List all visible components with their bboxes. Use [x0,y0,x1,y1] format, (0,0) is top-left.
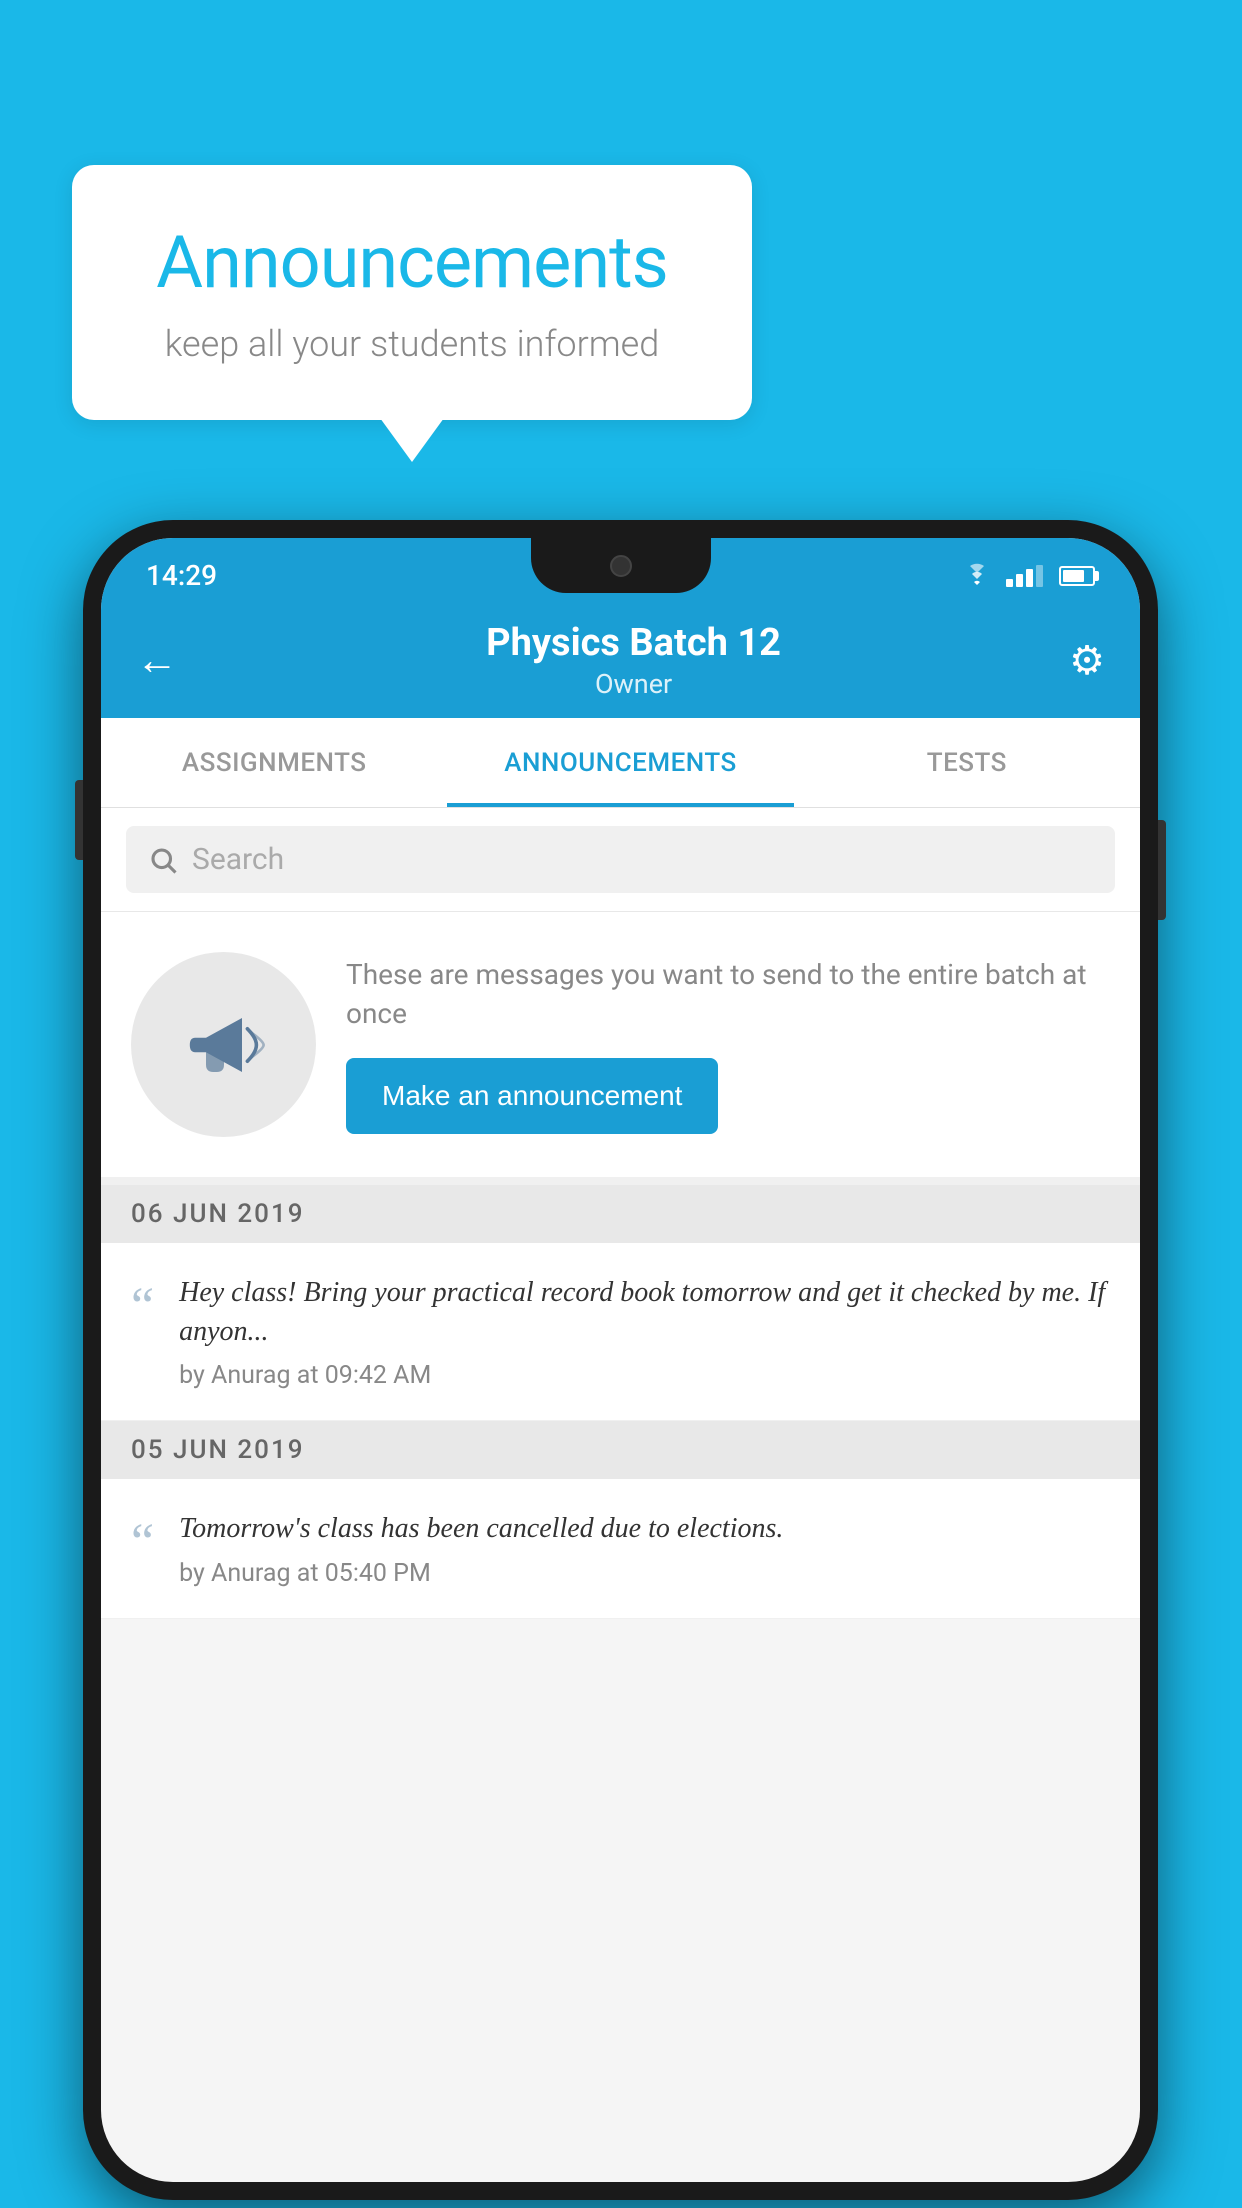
search-container: Search [101,808,1140,912]
tabs-bar: ASSIGNMENTS ANNOUNCEMENTS TESTS [101,718,1140,808]
bubble-title: Announcements [122,220,702,305]
date-separator-1: 06 JUN 2019 [101,1185,1140,1243]
announcement-content-2: Tomorrow's class has been cancelled due … [179,1509,1110,1587]
quote-icon-1: “ [131,1281,154,1333]
tab-assignments[interactable]: ASSIGNMENTS [101,718,447,807]
megaphone-icon [179,1000,269,1090]
announcement-icon-circle [131,952,316,1137]
power-button [1158,820,1166,920]
phone-screen: 14:29 [101,538,1140,2182]
promo-description: These are messages you want to send to t… [346,955,1110,1033]
volume-button [75,780,83,860]
app-bar-title-area: Physics Batch 12 Owner [198,621,1069,700]
tab-announcements[interactable]: ANNOUNCEMENTS [447,718,793,807]
announcement-text-2: Tomorrow's class has been cancelled due … [179,1509,1110,1548]
announcement-item-2[interactable]: “ Tomorrow's class has been cancelled du… [101,1479,1140,1618]
promo-block: These are messages you want to send to t… [101,912,1140,1185]
announcement-meta-1: by Anurag at 09:42 AM [179,1361,1110,1390]
search-input-wrap[interactable]: Search [126,826,1115,893]
quote-icon-2: “ [131,1517,154,1569]
phone-wrapper: 14:29 [83,520,1158,2200]
back-button[interactable]: ← [136,636,178,685]
speech-bubble: Announcements keep all your students inf… [72,165,752,420]
wifi-icon [960,563,994,589]
search-icon [148,845,178,875]
announcement-item-1[interactable]: “ Hey class! Bring your practical record… [101,1243,1140,1421]
search-placeholder: Search [192,842,284,877]
status-icons [960,563,1095,589]
app-bar: ← Physics Batch 12 Owner ⚙ [101,603,1140,718]
announcement-content-1: Hey class! Bring your practical record b… [179,1273,1110,1390]
app-bar-title: Physics Batch 12 [198,621,1069,665]
date-separator-2: 05 JUN 2019 [101,1421,1140,1479]
front-camera [610,555,632,577]
bubble-subtitle: keep all your students informed [122,323,702,365]
tab-tests[interactable]: TESTS [794,718,1140,807]
phone-outer: 14:29 [83,520,1158,2200]
promo-content: These are messages you want to send to t… [346,955,1110,1134]
settings-icon[interactable]: ⚙ [1069,637,1105,684]
app-bar-subtitle: Owner [198,668,1069,700]
signal-icon [1006,565,1043,587]
make-announcement-button[interactable]: Make an announcement [346,1058,718,1134]
announcement-meta-2: by Anurag at 05:40 PM [179,1559,1110,1588]
status-time: 14:29 [146,559,217,592]
phone-notch [531,538,711,593]
battery-icon [1059,566,1095,586]
announcement-text-1: Hey class! Bring your practical record b… [179,1273,1110,1351]
